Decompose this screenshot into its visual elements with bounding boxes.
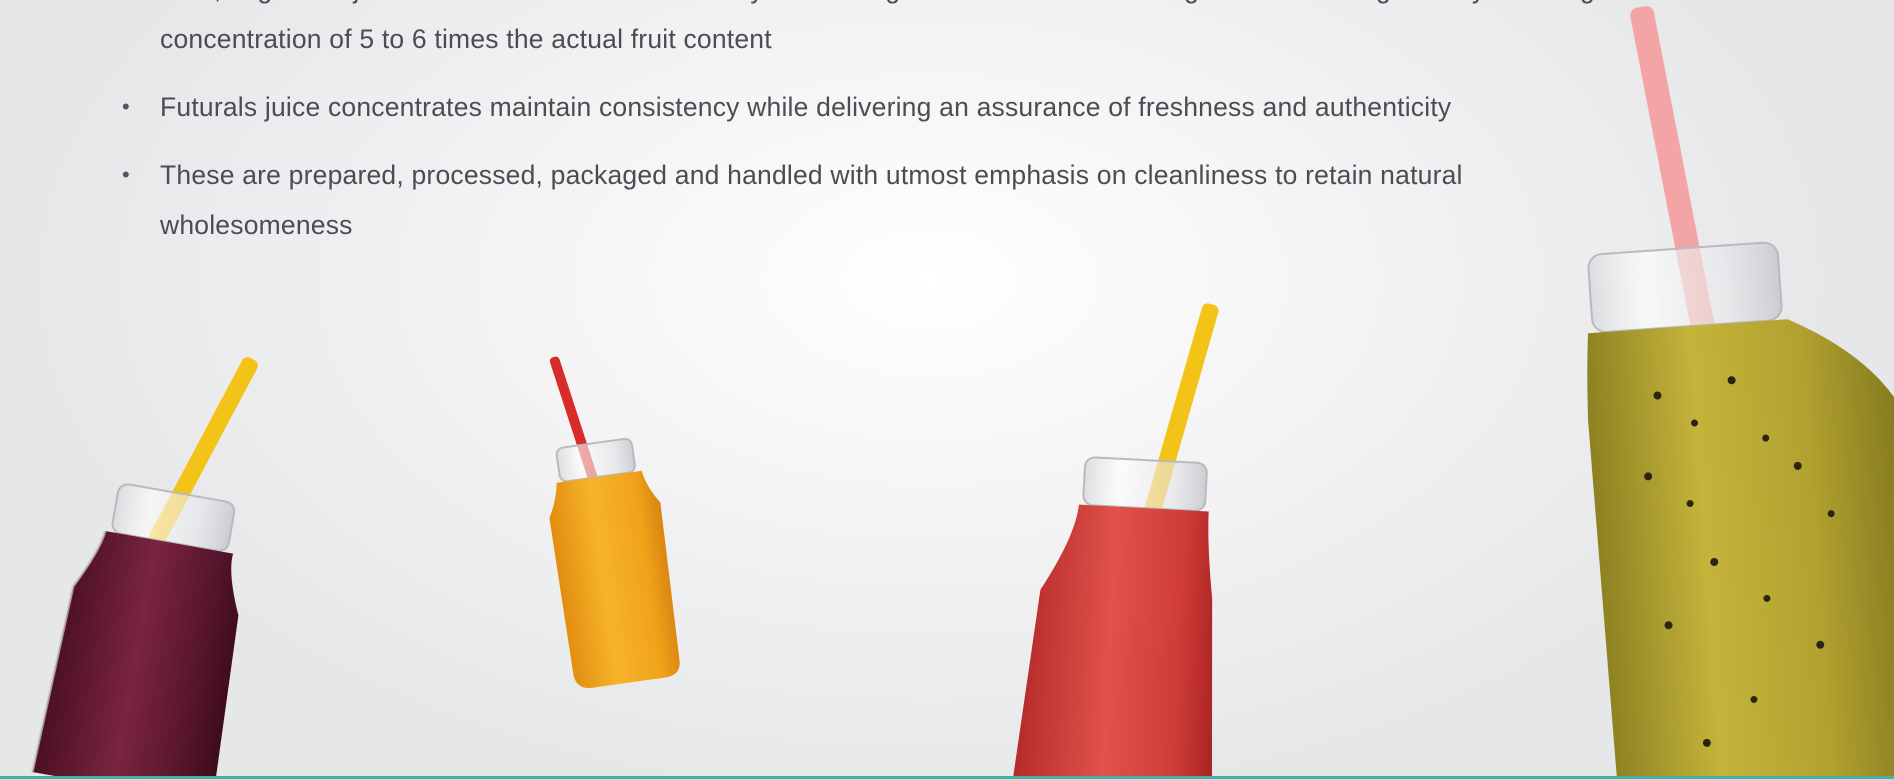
bullet-marker: • [122, 0, 130, 14]
bottle-neck [1082, 456, 1208, 512]
kiwi-juice [1587, 319, 1894, 779]
mango-smoothie-bottle [549, 356, 680, 689]
berry-smoothie-bottle [30, 357, 258, 779]
bullet-text-consistency: Futurals juice concentrates maintain con… [160, 92, 1452, 122]
bullet-list: • Fruit, vegetable juice concentrates ar… [0, 0, 1700, 268]
berry-juice [32, 530, 239, 779]
bullet-marker: • [122, 94, 130, 119]
bullet-item-cleanliness: • These are prepared, processed, package… [0, 150, 1620, 250]
strawberry-smoothie-bottle [1012, 303, 1219, 779]
mango-juice [549, 470, 680, 689]
bullet-marker: • [122, 162, 130, 187]
bullet-item-consistency: • Futurals juice concentrates maintain c… [0, 82, 1670, 132]
strawberry-juice [1012, 504, 1213, 779]
bullet-text-concentration: Fruit, vegetable juice concentrates are … [160, 0, 1617, 54]
bullet-text-cleanliness: These are prepared, processed, packaged … [160, 160, 1463, 240]
bullet-item-concentration: • Fruit, vegetable juice concentrates ar… [0, 0, 1660, 64]
